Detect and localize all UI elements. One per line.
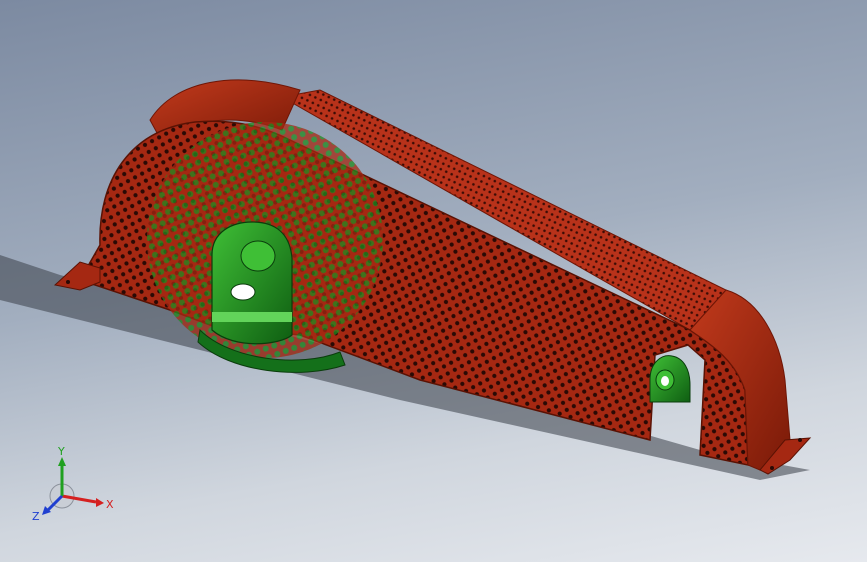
y-axis-arrow	[58, 457, 66, 466]
right-flange-hole-a	[798, 438, 802, 442]
y-axis-label: Y	[57, 445, 65, 458]
x-axis-label: X	[106, 498, 114, 511]
left-flange-hole	[66, 280, 70, 284]
x-axis-arrow	[96, 498, 104, 507]
large-hub-bracket[interactable]	[211, 221, 293, 345]
right-flange-hole-b	[770, 466, 774, 470]
z-axis-label: Z	[32, 510, 40, 523]
orientation-triad: X Y Z	[32, 445, 114, 523]
hub-hole	[230, 283, 256, 301]
small-hub-hole	[661, 376, 669, 386]
hub-boss	[240, 240, 276, 272]
hub-band	[212, 312, 292, 322]
3d-model-viewport[interactable]	[0, 0, 867, 562]
